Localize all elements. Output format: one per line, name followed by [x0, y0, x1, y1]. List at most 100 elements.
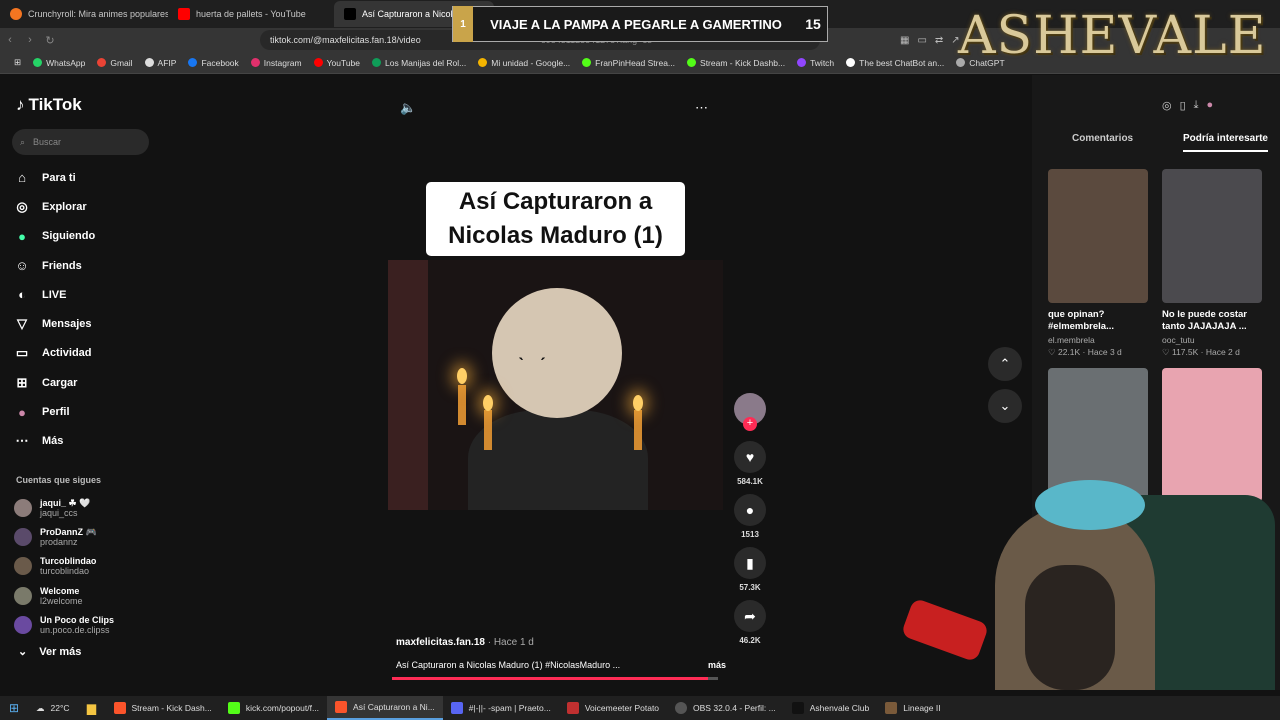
taskbar-item-label: Ashenvale Club [809, 703, 870, 713]
following-list: jaqui_ ☘ 🤍 jaqui_ccs ProDannZ 🎮 prodannz T… [14, 493, 164, 639]
more-link[interactable]: más [708, 660, 726, 670]
comment-icon[interactable]: ● [734, 494, 766, 526]
browser-tab-crunchyroll[interactable]: Crunchyroll: Mira animes populares, [0, 1, 168, 27]
bookmark-manijas[interactable]: Los Manijas del Rol... [366, 58, 472, 68]
lineage-icon [885, 702, 898, 714]
activity-icon: ▭ [15, 345, 29, 361]
sidebar-item-live[interactable]: ◐ LIVE [14, 280, 164, 309]
extension-icon[interactable]: ▭ [917, 35, 926, 46]
sidebar-item-label: Siguiendo [42, 230, 96, 243]
bookmark-youtube[interactable]: YouTube [308, 58, 366, 68]
bookmark-chatbot[interactable]: The best ChatBot an... [840, 58, 950, 68]
obs-icon [675, 702, 688, 714]
voicemeeter-icon [566, 702, 579, 714]
avatar [14, 527, 32, 546]
sidebar-item-friends[interactable]: ☺ Friends [14, 251, 164, 280]
back-icon[interactable]: ‹ [0, 34, 20, 46]
windows-start-icon[interactable]: ⊞ [0, 696, 28, 720]
sidebar-item-actividad[interactable]: ▭ Actividad [14, 339, 164, 368]
tiktok-logo[interactable]: ♪ TikTok [16, 95, 82, 115]
banner-right-number: 15 [805, 16, 821, 32]
title-line: Nicolas Maduro (1) [448, 222, 663, 249]
device-icon[interactable]: ▯ [1180, 99, 1186, 112]
video-progress-bar[interactable] [392, 677, 718, 680]
bookmark-afip[interactable]: AFIP [139, 58, 183, 68]
forward-icon[interactable]: › [20, 34, 40, 46]
share-icon[interactable]: ➦ [734, 600, 766, 632]
sidebar-item-explorar[interactable]: ◎ Explorar [14, 192, 164, 221]
compass-icon[interactable]: ◎ [1162, 99, 1172, 112]
bookmark-twitch[interactable]: Twitch [791, 58, 840, 68]
taskbar-item-label: kick.com/popout/f... [245, 703, 320, 713]
taskbar-item-label: Voicemeeter Potato [584, 703, 660, 713]
follow-plus-icon[interactable]: + [743, 417, 757, 431]
sidebar-item-perfil[interactable]: ● Perfil [14, 397, 164, 426]
sidebar-item-label: Perfil [42, 406, 70, 419]
see-more-button[interactable]: ⌄ Ver más [18, 645, 81, 659]
reload-icon[interactable]: ↻ [40, 34, 60, 47]
bookmark-franpinhead[interactable]: FranPinHead Strea... [576, 58, 681, 68]
bookmark-icon[interactable]: ▮ [734, 547, 766, 579]
profile-avatar-icon[interactable]: ● [1207, 99, 1214, 112]
sidebar: ♪ TikTok ⌕ Buscar ⌂ Para ti ◎ Explorar ● Si… [0, 75, 170, 690]
account-name: Welcome [40, 585, 80, 596]
bookmark-instagram[interactable]: Instagram [245, 58, 308, 68]
card-title: No le puede costar tanto JAJAJAJA ... [1162, 309, 1247, 332]
taskbar-item[interactable]: kick.com/popout/f... [220, 696, 327, 720]
previous-video-button[interactable]: ⌃ [988, 347, 1022, 381]
tab-comments[interactable]: Comentarios [1072, 133, 1133, 152]
search-input[interactable]: ⌕ Buscar [12, 129, 149, 155]
taskbar-item[interactable]: Stream - Kick Dash... [106, 696, 220, 720]
suggested-video-card[interactable]: que opinan? #elmembrela... el.membrela ♡… [1048, 169, 1148, 358]
like-icon[interactable]: ♥ [734, 441, 766, 473]
taskbar-item[interactable]: OBS 32.0.4 - Perfil: ... [667, 696, 784, 720]
bookmark-drive[interactable]: Mi unidad - Google... [472, 58, 576, 68]
bookmark-label: FranPinHead Strea... [595, 57, 676, 68]
following-account[interactable]: Welcome l2welcome [14, 581, 164, 610]
translate-icon[interactable]: ⇄ [935, 35, 943, 46]
suggested-video-card[interactable]: No le puede costar tanto JAJAJAJA ... oo… [1162, 169, 1262, 358]
video-title-card: Así Capturaron a Nicolas Maduro (1) [426, 182, 685, 256]
tiktok-icon [344, 8, 356, 20]
taskbar-item[interactable]: Lineage II [877, 696, 948, 720]
weather-widget[interactable]: ☁ 22°C [28, 696, 78, 720]
following-account[interactable]: ProDannZ 🎮 prodannz [14, 522, 164, 551]
weather-icon: ☁ [36, 702, 45, 713]
video-options-icon[interactable]: ⋯ [695, 100, 708, 116]
video-player[interactable]: ˋˊ [388, 260, 723, 510]
bookmark-kick-dashboard[interactable]: Stream - Kick Dashb... [681, 58, 791, 68]
sidebar-item-siguiendo[interactable]: ● Siguiendo [14, 222, 164, 251]
sidebar-item-mas[interactable]: ⋯ Más [14, 427, 164, 456]
taskbar-item[interactable]: Ashenvale Club [784, 696, 878, 720]
taskbar-item[interactable]: Así Capturaron a Ni... [327, 696, 443, 720]
video-character-head [492, 288, 622, 418]
tab-suggested[interactable]: Podría interesarte [1182, 133, 1268, 152]
download-icon[interactable]: ⤓ [1194, 99, 1199, 112]
volume-icon[interactable]: 🔈 [400, 100, 416, 116]
account-handle: prodannz [40, 536, 78, 547]
taskbar-item[interactable]: Voicemeeter Potato [559, 696, 667, 720]
account-name: ProDannZ 🎮 [40, 526, 97, 537]
video-author[interactable]: maxfelicitas.fan.18 · Hace 1 d [396, 637, 534, 648]
account-handle: jaqui_ccs [40, 507, 78, 518]
creator-avatar[interactable]: + [734, 393, 766, 431]
taskbar-item[interactable]: #|-||- -spam | Praeto... [443, 696, 559, 720]
file-explorer-icon[interactable]: ▆ [78, 696, 106, 720]
sidebar-item-mensajes[interactable]: ▽ Mensajes [14, 309, 164, 338]
bookmark-gmail[interactable]: Gmail [91, 58, 138, 68]
youtube-icon [178, 8, 190, 20]
browser-tab-youtube[interactable]: huerta de pallets - YouTube [168, 1, 334, 27]
extension-icon[interactable]: ▦ [900, 35, 909, 46]
sidebar-item-cargar[interactable]: ⊞ Cargar [14, 368, 164, 397]
bookmark-facebook[interactable]: Facebook [182, 58, 244, 68]
following-account[interactable]: Un Poco de Clips un.poco.de.clipss [14, 610, 164, 639]
taskbar-item-label: Lineage II [903, 703, 941, 713]
tiktok-page: ♪ TikTok ⌕ Buscar ⌂ Para ti ◎ Explorar ● Si… [0, 75, 1280, 690]
following-account[interactable]: Turcoblindao turcoblindao [14, 552, 164, 581]
video-caption: Así Capturaron a Nicolas Maduro (1) #Nic… [396, 660, 726, 670]
sidebar-item-para-ti[interactable]: ⌂ Para ti [14, 163, 164, 192]
next-video-button[interactable]: ⌄ [988, 389, 1022, 423]
apps-icon[interactable]: ⊞ [8, 57, 27, 68]
following-account[interactable]: jaqui_ ☘ 🤍 jaqui_ccs [14, 493, 164, 522]
bookmark-whatsapp[interactable]: WhatsApp [27, 58, 91, 68]
